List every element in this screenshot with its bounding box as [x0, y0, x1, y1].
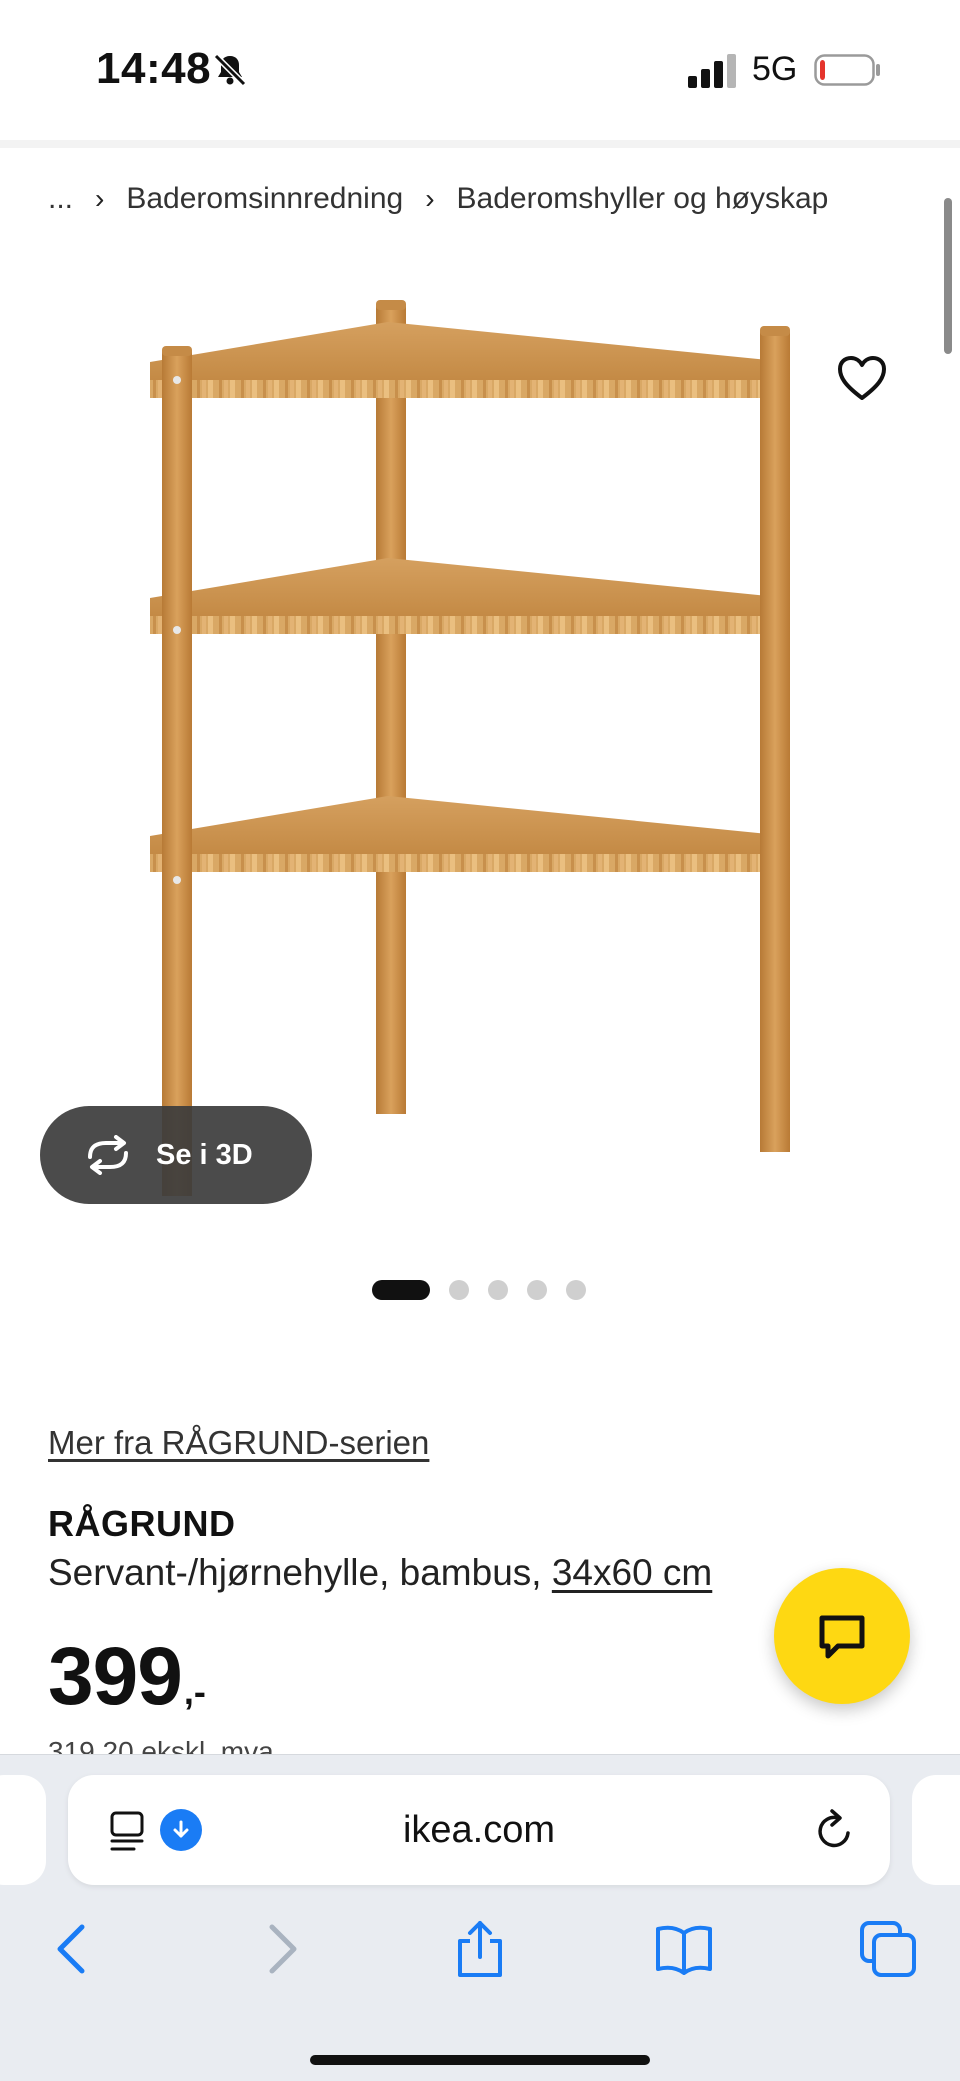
product-price: 399 ,-: [48, 1630, 206, 1724]
network-type: 5G: [752, 50, 798, 88]
pagination-dot[interactable]: [449, 1280, 469, 1300]
view-3d-button[interactable]: Se i 3D: [40, 1106, 312, 1204]
product-image[interactable]: [120, 280, 840, 1240]
shelf-middle: [150, 558, 788, 634]
product-description-text: Servant-/hjørnehylle, bambus,: [48, 1552, 552, 1593]
status-time: 14:48: [96, 44, 212, 93]
bell-slash-icon: [213, 53, 247, 87]
chevron-right-icon: ›: [425, 183, 435, 214]
product-size-link[interactable]: 34x60 cm: [552, 1552, 712, 1593]
rotate-3d-icon: [88, 1135, 128, 1175]
url-domain[interactable]: ikea.com: [68, 1809, 890, 1852]
scroll-indicator[interactable]: [944, 198, 952, 354]
chat-button[interactable]: [774, 1568, 910, 1704]
chat-bubble-icon: [819, 1615, 865, 1659]
browser-toolbar: ikea.com: [0, 1754, 960, 2081]
pagination-dot[interactable]: [527, 1280, 547, 1300]
reload-icon[interactable]: [812, 1807, 856, 1853]
home-indicator[interactable]: [310, 2055, 650, 2065]
breadcrumb-item-baderomsinnredning[interactable]: Baderomsinnredning: [126, 182, 403, 216]
next-tab-preview[interactable]: [912, 1775, 960, 1885]
shelf-top: [150, 322, 788, 398]
signal-icon: [688, 54, 736, 88]
previous-tab-preview[interactable]: [0, 1775, 46, 1885]
series-link[interactable]: Mer fra RÅGRUND-serien: [48, 1424, 429, 1462]
shelf-bottom: [150, 796, 788, 872]
pagination-dot[interactable]: [566, 1280, 586, 1300]
pagination-dot[interactable]: [372, 1280, 430, 1300]
breadcrumb: ... › Baderomsinnredning › Baderomshylle…: [48, 182, 828, 216]
forward-icon[interactable]: [250, 1919, 310, 1979]
product-description: Servant-/hjørnehylle, bambus, 34x60 cm: [48, 1552, 712, 1594]
battery-icon: [814, 54, 880, 86]
view-3d-label: Se i 3D: [156, 1138, 253, 1171]
price-integer: 399: [48, 1631, 183, 1722]
product-name: RÅGRUND: [48, 1503, 236, 1544]
address-bar[interactable]: ikea.com: [68, 1775, 890, 1885]
share-icon[interactable]: [450, 1919, 510, 1979]
breadcrumb-item-baderomshyller[interactable]: Baderomshyller og høyskap: [457, 182, 829, 216]
status-bar: 14:48 5G: [0, 0, 960, 140]
price-decimal: ,-: [183, 1671, 206, 1712]
tabs-icon[interactable]: [858, 1919, 918, 1979]
header-divider: [0, 140, 960, 148]
chevron-right-icon: ›: [95, 183, 105, 214]
bookmarks-icon[interactable]: [654, 1919, 714, 1979]
back-icon[interactable]: [44, 1919, 104, 1979]
breadcrumb-ellipsis[interactable]: ...: [48, 182, 73, 216]
heart-icon[interactable]: [836, 354, 888, 402]
image-pagination[interactable]: [372, 1280, 605, 1300]
browser-nav-bar: [0, 1905, 960, 1995]
pagination-dot[interactable]: [488, 1280, 508, 1300]
